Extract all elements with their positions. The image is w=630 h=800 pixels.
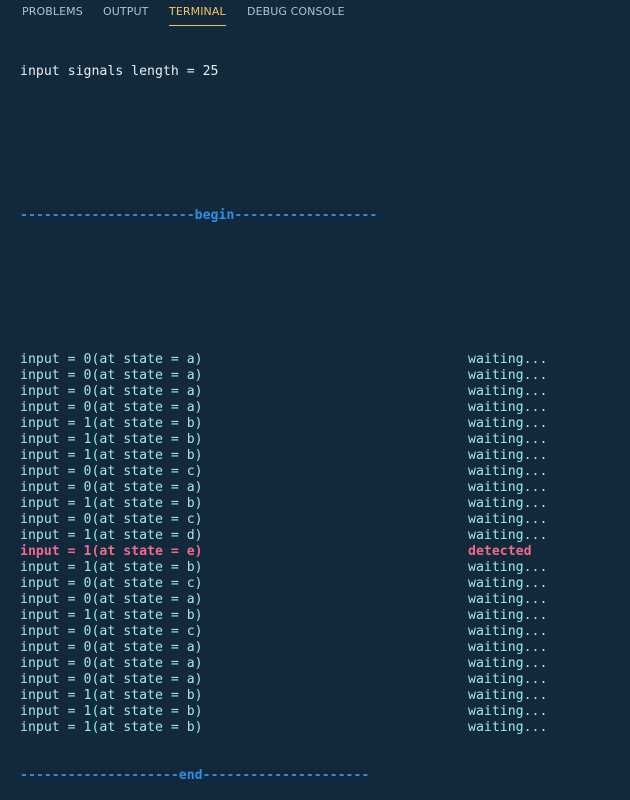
waiting-status: waiting... [468, 560, 548, 575]
log-input-text: input = 0(at state = a) [20, 656, 203, 671]
log-row: input = 0(at state = c) waiting... [20, 464, 620, 480]
log-input-text: input = 1(at state = d) [20, 528, 203, 543]
log-row: input = 0(at state = a) waiting... [20, 400, 620, 416]
log-row: input = 1(at state = b) waiting... [20, 432, 620, 448]
waiting-status: waiting... [468, 480, 548, 495]
waiting-status: waiting... [468, 624, 548, 639]
terminal-header-line: input signals length = 25 [20, 64, 219, 79]
waiting-status: waiting... [468, 528, 548, 543]
waiting-status: waiting... [468, 672, 548, 687]
waiting-status: waiting... [468, 352, 548, 367]
waiting-status: waiting... [468, 592, 548, 607]
log-row: input = 1(at state = b) waiting... [20, 704, 620, 720]
log-input-text: input = 0(at state = a) [20, 592, 203, 607]
waiting-status: waiting... [468, 464, 548, 479]
signal-log: input = 0(at state = a) waiting... input =… [20, 352, 620, 736]
log-input-text: input = 1(at state = b) [20, 496, 203, 511]
log-input-text: input = 1(at state = b) [20, 704, 203, 719]
waiting-status: waiting... [468, 368, 548, 383]
log-row: input = 0(at state = a) waiting... [20, 656, 620, 672]
waiting-status: waiting... [468, 576, 548, 591]
log-input-text: input = 1(at state = b) [20, 560, 203, 575]
waiting-status: waiting... [468, 432, 548, 447]
log-input-text: input = 1(at state = b) [20, 720, 203, 735]
log-input-text: input = 0(at state = c) [20, 624, 203, 639]
log-row: input = 0(at state = c) waiting... [20, 512, 620, 528]
log-input-text: input = 1(at state = b) [20, 608, 203, 623]
log-input-text: input = 1(at state = e) [20, 544, 203, 559]
log-row: input = 1(at state = b) waiting... [20, 608, 620, 624]
log-row: input = 0(at state = a) waiting... [20, 352, 620, 368]
waiting-status: waiting... [468, 688, 548, 703]
log-row: input = 0(at state = a) waiting... [20, 672, 620, 688]
log-row: input = 1(at state = e) detected [20, 544, 620, 560]
log-row: input = 1(at state = b) waiting... [20, 496, 620, 512]
waiting-status: waiting... [468, 448, 548, 463]
log-input-text: input = 0(at state = c) [20, 464, 203, 479]
waiting-status: waiting... [468, 512, 548, 527]
log-row: input = 0(at state = a) waiting... [20, 640, 620, 656]
detected-status: detected [468, 544, 532, 559]
log-input-text: input = 0(at state = c) [20, 512, 203, 527]
panel-tab-bar: PROBLEMS OUTPUT TERMINAL DEBUG CONSOLE [0, 0, 630, 27]
log-row: input = 1(at state = d) waiting... [20, 528, 620, 544]
waiting-status: waiting... [468, 720, 548, 735]
log-input-text: input = 1(at state = b) [20, 448, 203, 463]
end-separator: --------------------end-----------------… [20, 768, 370, 783]
waiting-status: waiting... [468, 608, 548, 623]
tab-output[interactable]: OUTPUT [103, 0, 148, 25]
waiting-status: waiting... [468, 400, 548, 415]
log-input-text: input = 1(at state = b) [20, 416, 203, 431]
waiting-status: waiting... [468, 704, 548, 719]
log-row: input = 1(at state = b) waiting... [20, 416, 620, 432]
log-row: input = 1(at state = b) waiting... [20, 560, 620, 576]
log-input-text: input = 0(at state = a) [20, 352, 203, 367]
terminal-output[interactable]: input signals length = 25 --------------… [20, 32, 620, 800]
tab-problems[interactable]: PROBLEMS [22, 0, 83, 25]
waiting-status: waiting... [468, 656, 548, 671]
log-input-text: input = 0(at state = c) [20, 576, 203, 591]
log-row: input = 1(at state = b) waiting... [20, 720, 620, 736]
log-input-text: input = 0(at state = a) [20, 640, 203, 655]
log-row: input = 0(at state = a) waiting... [20, 384, 620, 400]
log-input-text: input = 1(at state = b) [20, 688, 203, 703]
log-input-text: input = 0(at state = a) [20, 672, 203, 687]
log-row: input = 1(at state = b) waiting... [20, 448, 620, 464]
log-input-text: input = 0(at state = a) [20, 400, 203, 415]
log-row: input = 0(at state = a) waiting... [20, 592, 620, 608]
tab-debug-console[interactable]: DEBUG CONSOLE [247, 0, 345, 25]
log-input-text: input = 1(at state = b) [20, 432, 203, 447]
log-input-text: input = 0(at state = a) [20, 480, 203, 495]
tab-terminal[interactable]: TERMINAL [169, 0, 226, 26]
waiting-status: waiting... [468, 640, 548, 655]
log-row: input = 0(at state = c) waiting... [20, 576, 620, 592]
log-row: input = 0(at state = a) waiting... [20, 368, 620, 384]
log-row: input = 0(at state = c) waiting... [20, 624, 620, 640]
waiting-status: waiting... [468, 416, 548, 431]
begin-separator: ----------------------begin-------------… [20, 208, 378, 223]
log-input-text: input = 0(at state = a) [20, 384, 203, 399]
waiting-status: waiting... [468, 496, 548, 511]
log-row: input = 1(at state = b) waiting... [20, 688, 620, 704]
log-input-text: input = 0(at state = a) [20, 368, 203, 383]
waiting-status: waiting... [468, 384, 548, 399]
log-row: input = 0(at state = a) waiting... [20, 480, 620, 496]
